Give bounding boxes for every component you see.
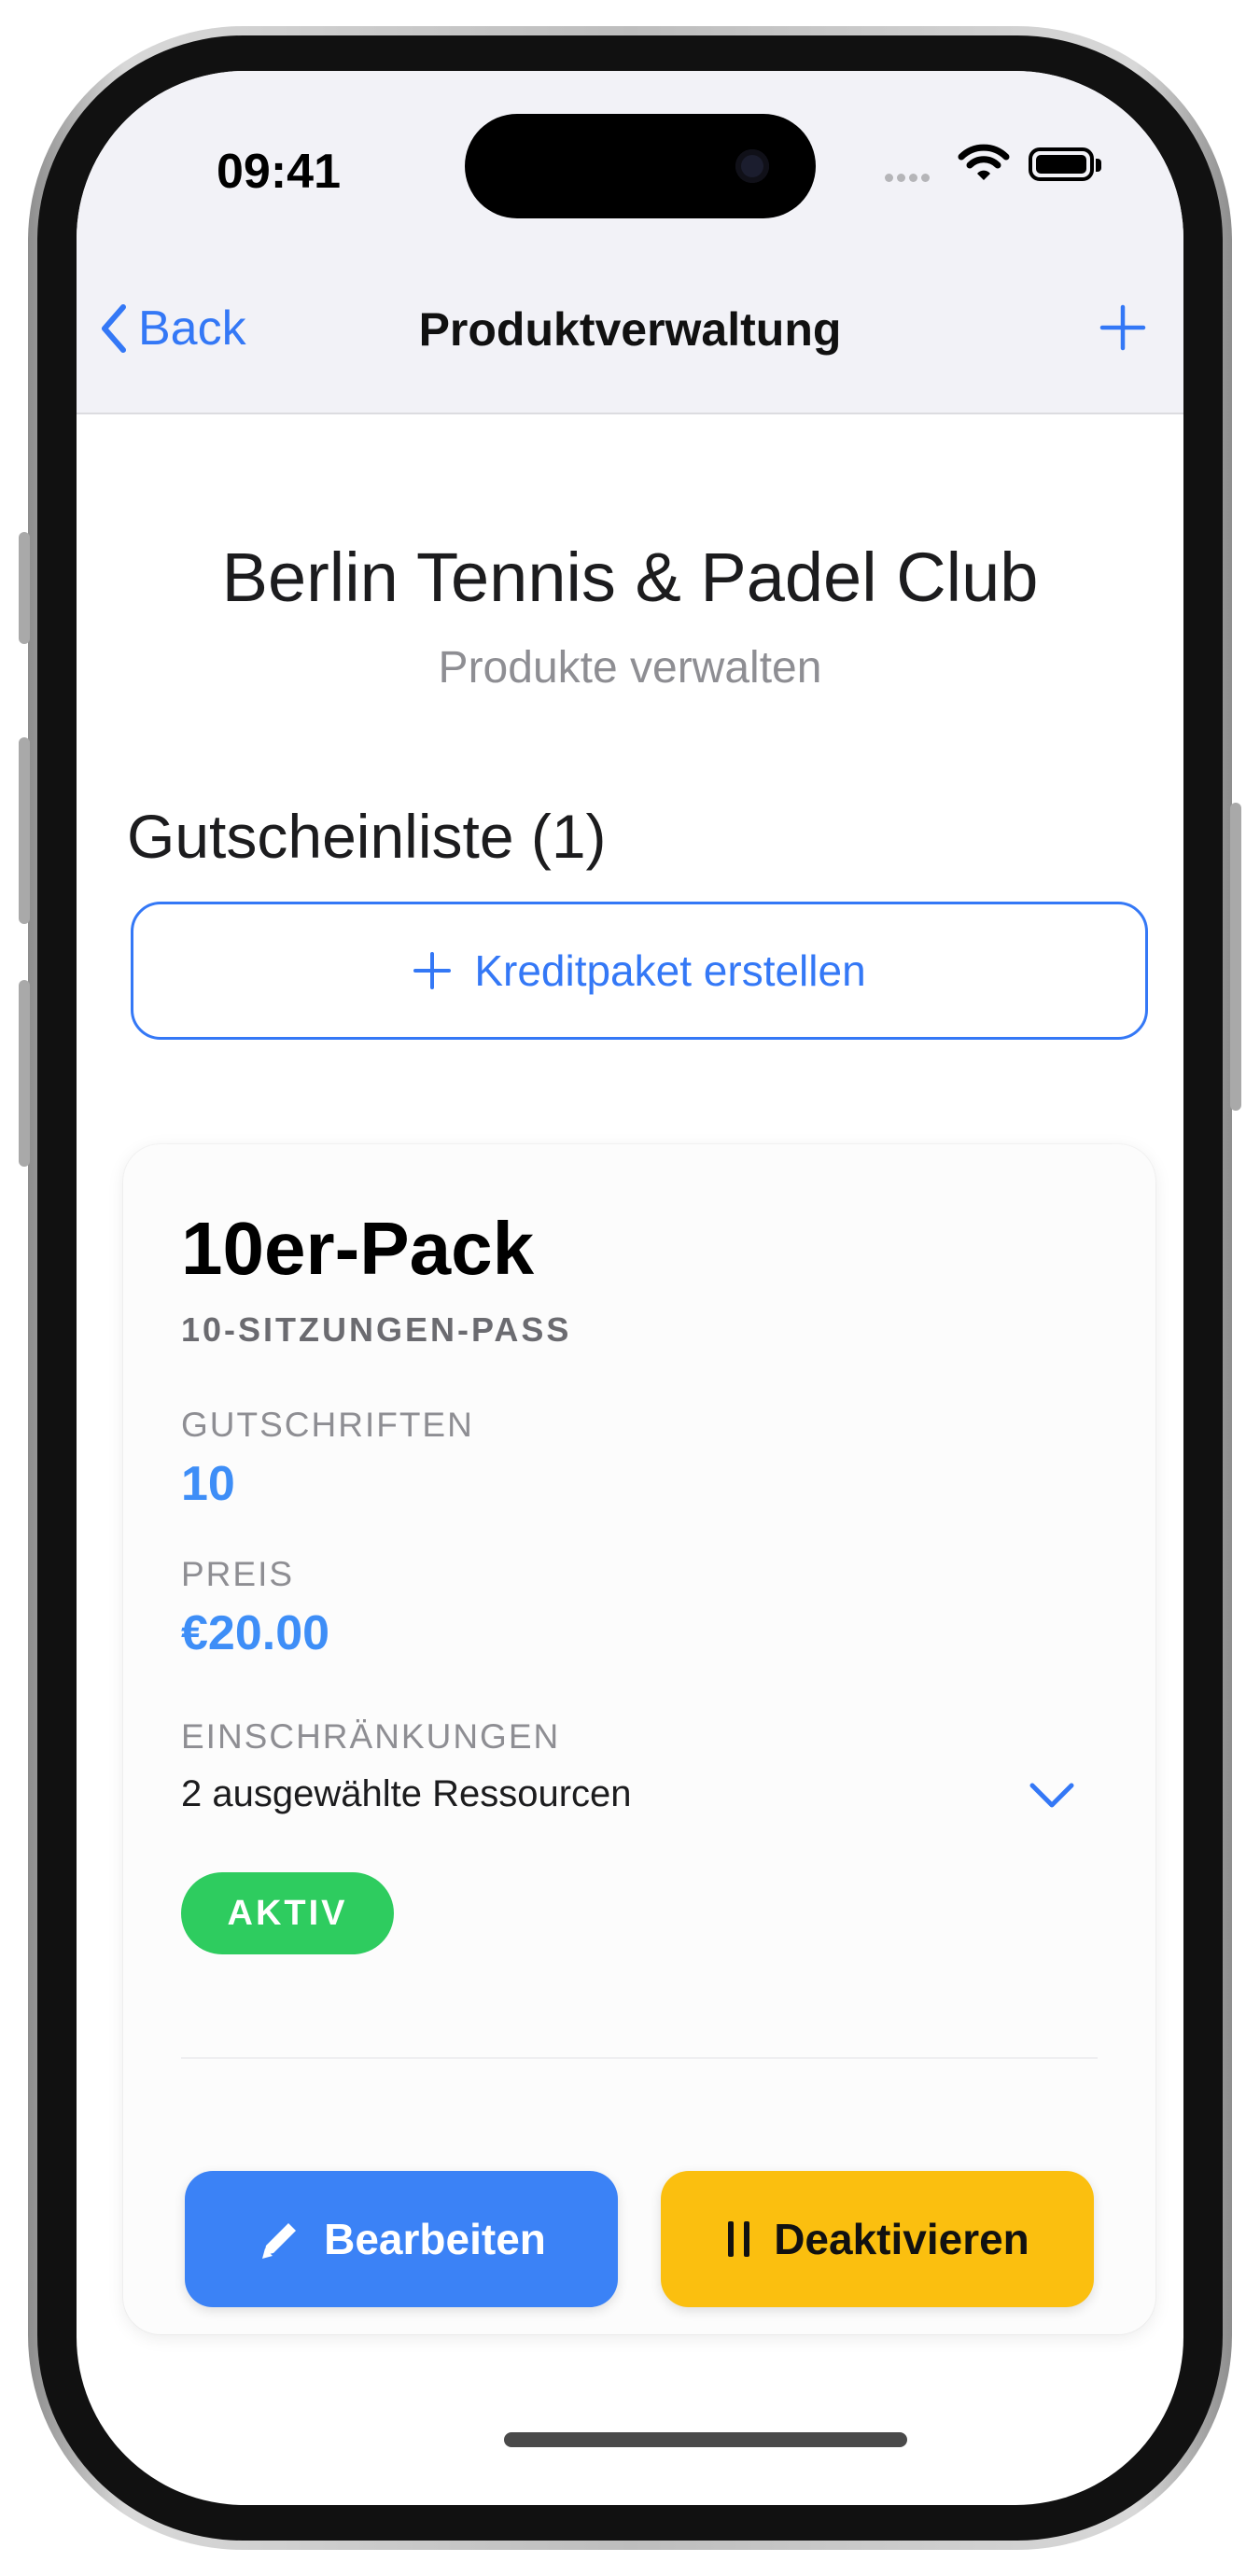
restrictions-dropdown[interactable]: 2 ausgewählte Ressourcen [181, 1773, 1075, 1815]
restrictions-label: EINSCHRÄNKUNGEN [181, 1717, 561, 1756]
package-type: 10-SITZUNGEN-PASS [181, 1310, 572, 1349]
voucher-list-title: Gutscheinliste (1) [127, 802, 607, 871]
club-name: Berlin Tennis & Padel Club [221, 539, 1039, 616]
deactivate-button[interactable]: Deaktivieren [661, 2171, 1094, 2307]
create-button-label: Kreditpaket erstellen [474, 946, 866, 995]
price-value: €20.00 [181, 1606, 330, 1660]
phone-bezel: 09:41 Back Produktverwaltung Berlin Tenn… [37, 35, 1223, 2541]
side-power-button [1230, 803, 1241, 1111]
dynamic-island [465, 114, 816, 218]
battery-icon [1029, 147, 1101, 181]
page-title: Produktverwaltung [418, 303, 842, 356]
cellular-signal-icon [885, 170, 933, 187]
phone-screen: 09:41 Back Produktverwaltung Berlin Tenn… [77, 71, 1183, 2505]
deactivate-button-label: Deaktivieren [774, 2215, 1029, 2263]
action-button [19, 532, 30, 644]
club-subtitle: Produkte verwalten [438, 643, 822, 693]
edit-button[interactable]: Bearbeiten [185, 2171, 618, 2307]
package-name: 10er-Pack [181, 1207, 535, 1290]
create-credit-package-button[interactable]: Kreditpaket erstellen [131, 902, 1148, 1040]
restrictions-value: 2 ausgewählte Ressourcen [181, 1773, 632, 1814]
home-indicator [504, 2432, 907, 2447]
volume-up-button [19, 737, 30, 924]
navigation-bar: 09:41 Back Produktverwaltung [77, 71, 1183, 414]
card-divider [181, 2057, 1098, 2059]
add-button[interactable] [1099, 304, 1146, 356]
status-badge: AKTIV [181, 1872, 394, 1954]
wifi-icon [958, 144, 1010, 188]
credit-package-card: 10er-Pack 10-SITZUNGEN-PASS GUTSCHRIFTEN… [123, 1144, 1155, 2334]
edit-button-label: Bearbeiten [324, 2215, 546, 2263]
volume-down-button [19, 980, 30, 1167]
price-label: PREIS [181, 1555, 295, 1593]
status-time: 09:41 [217, 145, 341, 199]
pause-icon [728, 2221, 750, 2257]
credits-value: 10 [181, 1457, 235, 1511]
pencil-icon [262, 2223, 297, 2259]
chevron-down-icon [1029, 1783, 1074, 1807]
credits-label: GUTSCHRIFTEN [181, 1406, 474, 1444]
plus-icon [1099, 304, 1146, 351]
plus-icon [413, 952, 452, 989]
phone-frame: 09:41 Back Produktverwaltung Berlin Tenn… [28, 26, 1232, 2550]
camera-icon [735, 149, 769, 183]
